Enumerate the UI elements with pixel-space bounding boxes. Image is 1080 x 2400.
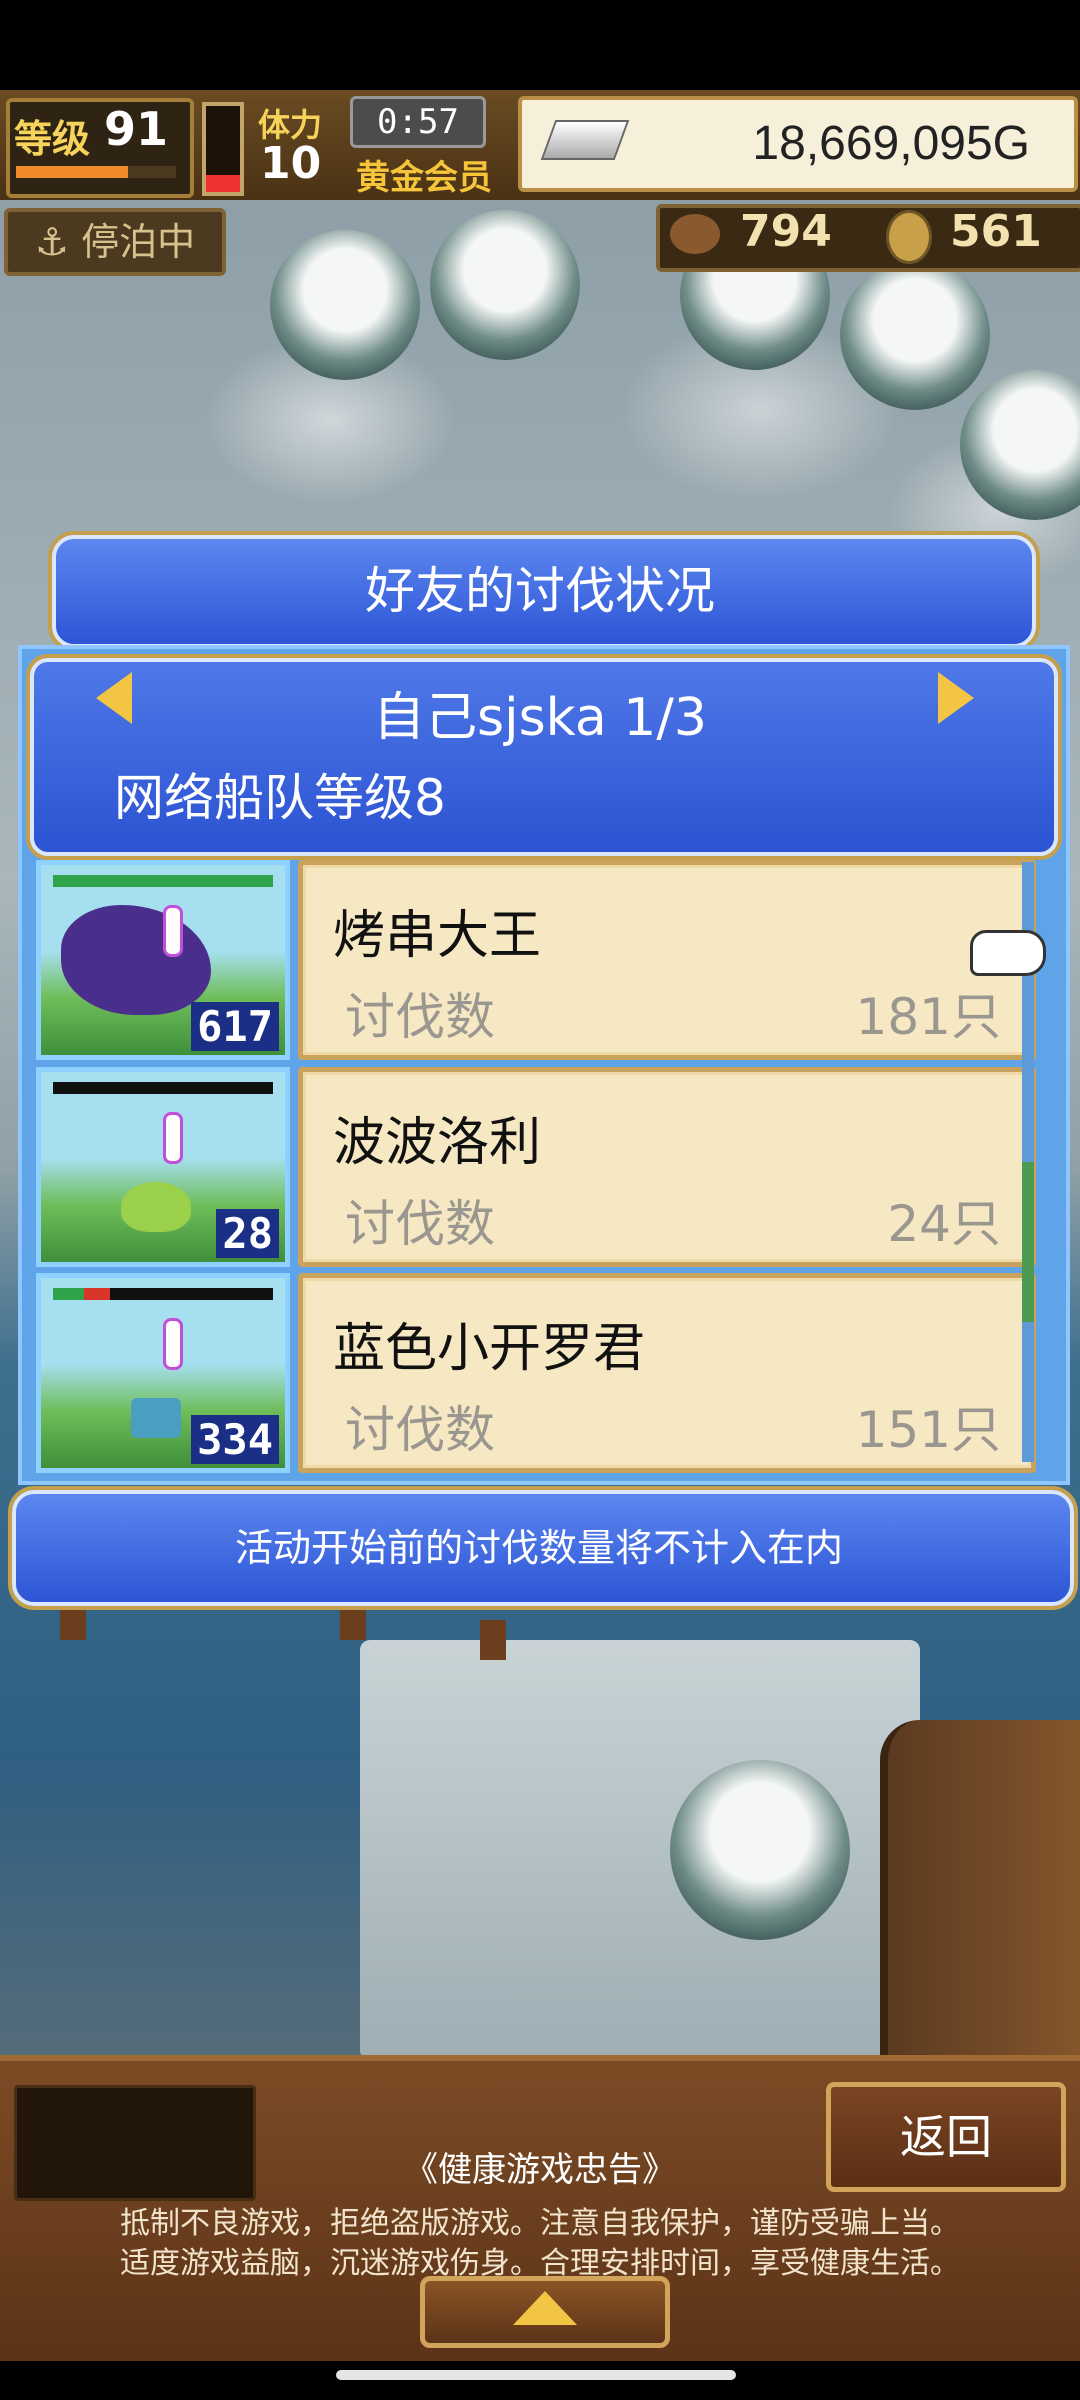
level-value: 91 — [104, 102, 169, 156]
health-advisory-line: 抵制不良游戏，拒绝盗版游戏。注意自我保护，谨防受骗上当。 — [120, 2206, 960, 2241]
tree-trunk — [340, 1600, 366, 1640]
previous-arrow-icon[interactable] — [96, 672, 132, 724]
monster-sprite — [61, 905, 211, 1015]
monster-sprite — [131, 1398, 181, 1438]
monster-thumbnail: 334 — [36, 1273, 290, 1473]
silver-bar-icon — [540, 120, 630, 160]
monster-badge: 617 — [191, 1002, 279, 1051]
level-label: 等级 — [14, 117, 91, 161]
exclamation-icon — [163, 905, 183, 957]
coin-icon — [886, 210, 932, 264]
experience-bar — [16, 166, 176, 178]
monster-thumbnail: 617 — [36, 860, 290, 1060]
list-item[interactable]: 烤串大王 讨伐数 181只 — [298, 860, 1036, 1060]
dock-status-label: 停泊中 — [81, 220, 196, 264]
health-advisory-title: 《健康游戏忠告》 — [404, 2150, 676, 2190]
up-arrow-icon — [513, 2291, 577, 2325]
monster-thumbnail: 28 — [36, 1067, 290, 1267]
fleet-level: 网络船队等级8 — [114, 769, 446, 827]
food-icon — [670, 214, 720, 254]
monster-sprite — [121, 1182, 191, 1232]
monster-badge: 28 — [216, 1209, 279, 1258]
list-item[interactable]: 蓝色小开罗君 讨伐数 151只 — [298, 1273, 1036, 1473]
defeat-count: 24只 — [887, 1195, 1001, 1253]
resource-value-2: 561 — [950, 206, 1042, 257]
friend-name: 蓝色小开罗君 — [333, 1319, 646, 1379]
home-indicator[interactable] — [336, 2370, 736, 2380]
tree-trunk — [60, 1600, 86, 1640]
snow-tree — [670, 1760, 850, 1940]
notice-text: 活动开始前的讨伐数量将不计入在内 — [234, 1526, 843, 1570]
tree-trunk — [480, 1620, 506, 1660]
monster-badge: 334 — [191, 1415, 279, 1464]
membership-label: 黄金会员 — [356, 158, 492, 198]
list-item[interactable]: 波波洛利 讨伐数 24只 — [298, 1067, 1036, 1267]
next-arrow-icon[interactable] — [938, 672, 974, 724]
friend-list[interactable]: 617 烤串大王 讨伐数 181只 28 波波洛利 讨伐数 24只 334 蓝色… — [30, 855, 1040, 1473]
resource-value-1: 794 — [740, 206, 832, 257]
hp-bar — [53, 1082, 273, 1094]
energy-gauge — [202, 102, 244, 196]
wooden-bridge — [880, 1720, 1080, 2060]
timer: 0:57 — [350, 96, 486, 148]
snow-tree — [430, 210, 580, 360]
exclamation-icon — [163, 1112, 183, 1164]
stamina-value: 10 — [260, 138, 322, 189]
money-value: 18,669,095G — [752, 117, 1030, 170]
defeat-label: 讨伐数 — [345, 1401, 495, 1459]
defeat-label: 讨伐数 — [345, 1195, 495, 1253]
defeat-count: 181只 — [855, 988, 1001, 1046]
player-name: 自己sjska 1/3 — [373, 688, 707, 748]
snow-tree — [840, 260, 990, 410]
hp-bar — [53, 1288, 273, 1300]
dock-status: ⚓ 停泊中 — [4, 208, 226, 276]
friend-name: 波波洛利 — [333, 1113, 542, 1173]
friend-name: 烤串大王 — [333, 906, 542, 966]
hp-bar — [53, 875, 273, 887]
dialog-title: 好友的讨伐状况 — [365, 562, 715, 620]
exclamation-icon — [163, 1318, 183, 1370]
defeat-label: 讨伐数 — [345, 988, 495, 1046]
expand-up-button[interactable] — [420, 2276, 670, 2348]
pointer-hand-icon — [970, 930, 1046, 976]
defeat-count: 151只 — [855, 1401, 1001, 1459]
snow-tree — [270, 230, 420, 380]
